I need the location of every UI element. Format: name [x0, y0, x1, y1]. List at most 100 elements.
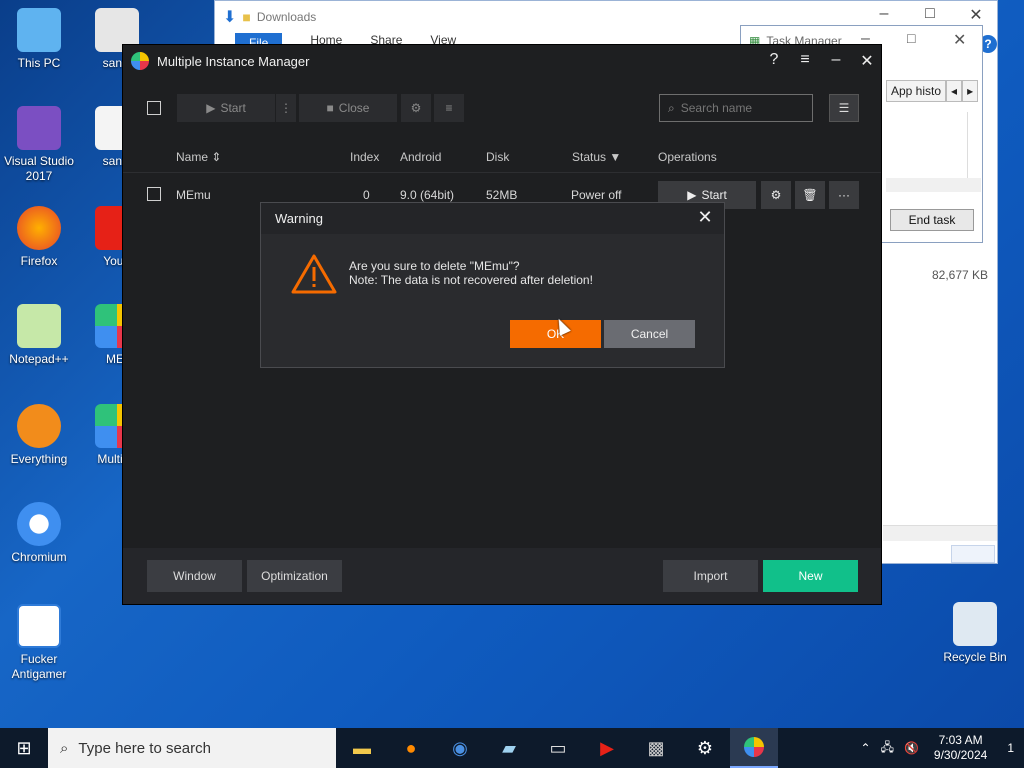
taskmgr-maximize-button[interactable]: □	[907, 30, 915, 46]
desktop-icon-visual-studio[interactable]: Visual Studio 2017	[0, 106, 78, 184]
search-icon: ⌕	[668, 100, 675, 115]
desktop-icon-label: Chromium	[11, 550, 67, 564]
header-divider	[123, 172, 881, 173]
tab-scroll-right-icon[interactable]: ▸	[962, 80, 979, 102]
column-header-name[interactable]: Name ⇕	[176, 150, 221, 164]
gear-icon: ⚙	[696, 737, 714, 758]
taskmgr-tabs: App histo ◂ ▸	[886, 80, 979, 102]
search-input[interactable]	[680, 101, 801, 115]
explorer-maximize-button[interactable]: □	[907, 5, 953, 23]
window-button[interactable]: Window	[147, 560, 242, 592]
gear-icon: ⚙	[410, 101, 422, 115]
taskbar-memu[interactable]	[730, 728, 778, 768]
visual-studio-icon	[17, 106, 61, 150]
taskbar-chromium[interactable]: ◉	[436, 728, 484, 768]
desktop-icon-label: Visual Studio 2017	[4, 154, 74, 183]
windows-logo-icon: ⊞	[16, 737, 32, 758]
list-view-button[interactable]: ☰	[829, 94, 859, 122]
start-all-button[interactable]: ▶ Start	[177, 94, 275, 122]
tab-app-history[interactable]: App histo	[886, 80, 947, 102]
tab-scroll-left-icon[interactable]: ◂	[946, 80, 963, 102]
batch-menu-button[interactable]: ≡	[434, 94, 464, 122]
taskbar-search[interactable]: ⌕ Type here to search	[48, 728, 336, 768]
notification-icon[interactable]: 1	[997, 741, 1024, 755]
batch-settings-button[interactable]: ⚙	[401, 94, 431, 122]
scrollbar-horizontal[interactable]	[883, 525, 997, 541]
clock[interactable]: 7:03 AM 9/30/2024	[924, 733, 997, 763]
close-icon[interactable]: ✕	[855, 51, 879, 71]
clock-date: 9/30/2024	[933, 748, 988, 762]
close-all-button[interactable]: ■ Close	[299, 94, 397, 122]
volume-muted-icon[interactable]: 🔇	[899, 741, 924, 755]
desktop-icon-everything[interactable]: Everything	[0, 404, 78, 467]
column-header-android: Android	[400, 150, 442, 164]
start-all-label: Start	[220, 101, 246, 115]
network-icon[interactable]: 🖧	[876, 738, 899, 759]
desktop-icon-recycle-bin[interactable]: Recycle Bin	[936, 602, 1014, 665]
sort-icon: ⇕	[211, 150, 222, 164]
column-name-label: Name	[176, 150, 209, 164]
list-view-icon: ☰	[838, 101, 850, 115]
cancel-button[interactable]: Cancel	[604, 320, 695, 348]
notepad-plus-plus-icon	[17, 304, 61, 348]
explorer-close-button[interactable]: ✕	[953, 5, 999, 25]
select-all-checkbox[interactable]	[147, 101, 161, 115]
taskbar-app-4[interactable]: ▰	[485, 728, 533, 768]
explorer-minimize-button[interactable]: –	[861, 5, 907, 23]
new-button[interactable]: New	[763, 560, 858, 592]
desktop-icon-fucker-antigamer[interactable]: Fucker Antigamer	[0, 604, 78, 682]
play-icon: ▶	[687, 188, 697, 202]
view-toggle[interactable]	[951, 545, 995, 563]
taskbar-firefox[interactable]: ●	[387, 728, 435, 768]
minimize-icon[interactable]: –	[824, 51, 848, 69]
tray-chevron-up-icon[interactable]: ⌃	[856, 741, 876, 755]
mim-footer: Window Optimization Import New	[123, 548, 881, 604]
start-button[interactable]: ⊞	[0, 728, 48, 768]
scrollbar-horizontal[interactable]	[886, 178, 981, 192]
desktop-icon-label: This PC	[17, 56, 61, 70]
memory-value: 82,677 KB	[932, 268, 989, 282]
instance-delete-button[interactable]: 🗑	[795, 181, 825, 209]
dialog-close-icon[interactable]: ✕	[694, 207, 716, 228]
instance-more-button[interactable]: ···	[829, 181, 859, 209]
desktop-icon-label: Fucker Antigamer	[11, 652, 67, 681]
taskbar-app-7[interactable]: ▩	[632, 728, 680, 768]
trash-icon: 🗑	[802, 188, 818, 202]
recycle-bin-icon	[953, 602, 997, 646]
firefox-icon: ●	[405, 737, 417, 758]
warning-dialog[interactable]: Warning ✕ Are you sure to delete "MEmu"?…	[260, 202, 725, 368]
instance-name: MEmu	[176, 188, 211, 202]
row-checkbox[interactable]	[147, 187, 161, 201]
memu-logo-icon	[131, 52, 149, 70]
taskbar-terminal[interactable]: ▭	[534, 728, 582, 768]
column-header-status[interactable]: Status ▼	[572, 150, 621, 164]
scrollbar-vertical[interactable]	[967, 112, 981, 182]
desktop-icon-notepad-plus-plus[interactable]: Notepad++	[0, 304, 78, 367]
help-icon[interactable]: ?	[762, 51, 786, 69]
image-icon: ▩	[647, 737, 665, 758]
taskbar-settings[interactable]: ⚙	[681, 728, 729, 768]
taskbar-search-placeholder: Type here to search	[78, 739, 211, 757]
desktop-icon-chromium[interactable]: Chromium	[0, 502, 78, 565]
memu-logo-icon	[744, 737, 764, 757]
instance-index: 0	[363, 188, 370, 202]
notepad-icon: ▰	[502, 737, 516, 758]
start-options-button[interactable]: ⋮	[276, 94, 296, 122]
stop-icon: ■	[326, 101, 334, 115]
everything-search-icon	[17, 404, 61, 448]
optimization-button[interactable]: Optimization	[247, 560, 342, 592]
instance-settings-button[interactable]: ⚙	[761, 181, 791, 209]
end-task-button[interactable]: End task	[890, 209, 974, 231]
menu-icon[interactable]: ≡	[793, 51, 817, 69]
taskmgr-close-button[interactable]: ✕	[953, 30, 966, 50]
app-window-icon	[17, 604, 61, 648]
terminal-icon: ▭	[549, 737, 567, 758]
column-status-label: Status	[572, 150, 607, 164]
taskbar-youtube[interactable]: ▶	[583, 728, 631, 768]
desktop-icon-this-pc[interactable]: This PC	[0, 8, 78, 71]
taskbar-file-explorer[interactable]: ▬	[338, 728, 386, 768]
import-button[interactable]: Import	[663, 560, 758, 592]
desktop-icon-firefox[interactable]: Firefox	[0, 206, 78, 269]
youtube-icon: ▶	[600, 737, 614, 758]
search-box[interactable]: ⌕	[659, 94, 813, 122]
